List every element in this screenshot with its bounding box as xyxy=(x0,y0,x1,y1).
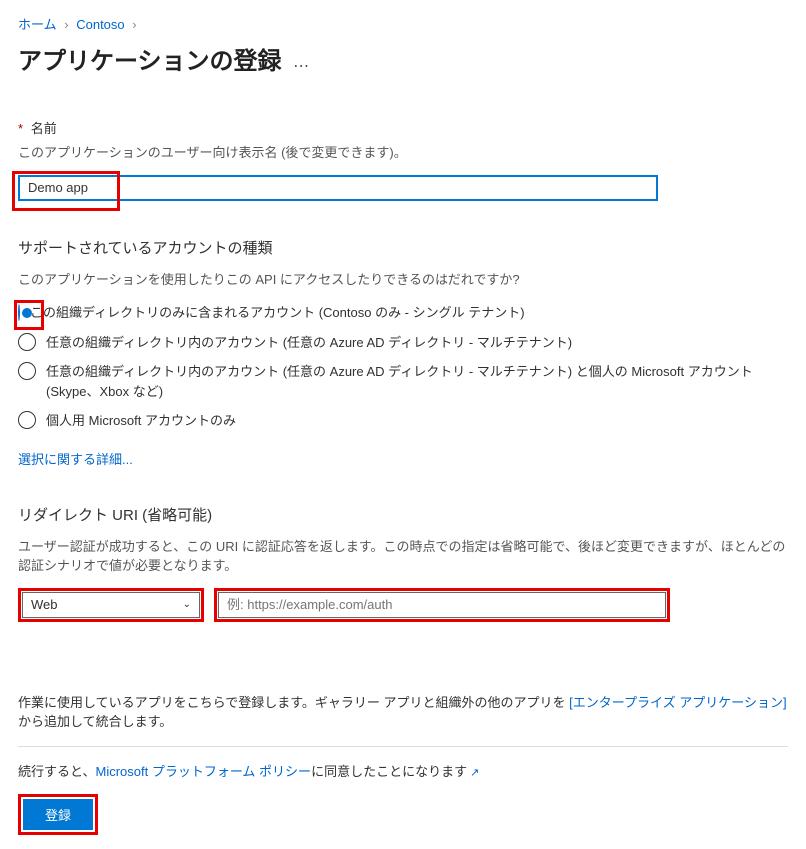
gallery-apps-text: 作業に使用しているアプリをこちらで登録します。ギャラリー アプリと組織外の他のア… xyxy=(18,692,788,730)
radio-label: 任意の組織ディレクトリ内のアカウント (任意の Azure AD ディレクトリ … xyxy=(46,333,572,353)
breadcrumb: ホーム › Contoso › xyxy=(18,14,788,33)
radio-icon xyxy=(18,411,36,429)
chevron-right-icon: › xyxy=(64,17,68,32)
redirect-uri-help: ユーザー認証が成功すると、この URI に認証応答を返します。この時点での指定は… xyxy=(18,537,788,576)
register-button[interactable]: 登録 xyxy=(23,799,93,830)
radio-label: 個人用 Microsoft アカウントのみ xyxy=(46,411,236,431)
account-type-option-2[interactable]: 任意の組織ディレクトリ内のアカウント (任意の Azure AD ディレクトリ … xyxy=(18,362,788,401)
radio-icon xyxy=(18,304,20,321)
policy-link[interactable]: Microsoft プラットフォーム ポリシー xyxy=(95,764,311,779)
app-name-input[interactable] xyxy=(18,175,658,201)
external-link-icon: ↗ xyxy=(470,766,479,779)
radio-icon xyxy=(18,362,36,380)
breadcrumb-org[interactable]: Contoso xyxy=(76,17,124,32)
name-label: 名前 xyxy=(31,121,57,136)
radio-label: この組織ディレクトリのみに含まれるアカウント (Contoso のみ - シング… xyxy=(30,303,525,323)
name-help-text: このアプリケーションのユーザー向け表示名 (後で変更できます)。 xyxy=(18,143,788,163)
account-type-option-0[interactable]: この組織ディレクトリのみに含まれるアカウント (Contoso のみ - シング… xyxy=(18,303,788,323)
platform-select[interactable]: Web ⌄ xyxy=(22,592,200,618)
account-types-heading: サポートされているアカウントの種類 xyxy=(18,237,788,258)
policy-agreement-text: 続行すると、Microsoft プラットフォーム ポリシーに同意したことになりま… xyxy=(18,761,788,780)
more-menu-icon[interactable]: ⋯ xyxy=(293,56,309,76)
enterprise-apps-link[interactable]: [エンタープライズ アプリケーション] xyxy=(569,695,786,710)
required-indicator: * xyxy=(18,121,23,136)
redirect-uri-heading: リダイレクト URI (省略可能) xyxy=(18,504,788,525)
page-title: アプリケーションの登録 xyxy=(18,41,282,76)
redirect-uri-input[interactable] xyxy=(218,592,666,618)
chevron-down-icon: ⌄ xyxy=(183,599,191,610)
platform-select-value: Web xyxy=(31,597,58,612)
account-types-detail-link[interactable]: 選択に関する詳細... xyxy=(18,452,133,467)
chevron-right-icon: › xyxy=(132,17,136,32)
radio-label: 任意の組織ディレクトリ内のアカウント (任意の Azure AD ディレクトリ … xyxy=(46,362,788,401)
account-type-option-3[interactable]: 個人用 Microsoft アカウントのみ xyxy=(18,411,788,431)
account-types-help: このアプリケーションを使用したりこの API にアクセスしたりできるのはだれです… xyxy=(18,270,788,290)
breadcrumb-home[interactable]: ホーム xyxy=(18,17,57,32)
account-type-option-1[interactable]: 任意の組織ディレクトリ内のアカウント (任意の Azure AD ディレクトリ … xyxy=(18,333,788,353)
radio-icon xyxy=(18,333,36,351)
